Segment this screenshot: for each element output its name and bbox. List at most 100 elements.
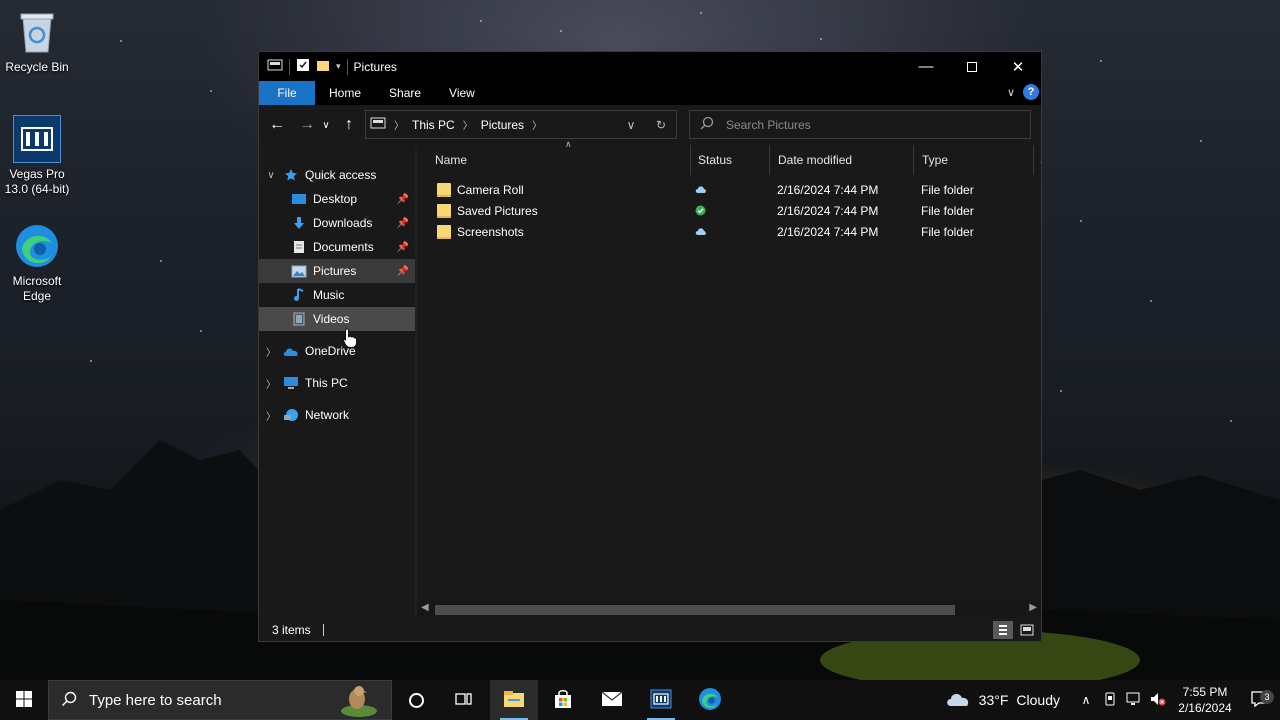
close-button[interactable]: ✕ [995, 52, 1041, 81]
nav-item-quick-access[interactable]: ∨ Quick access [259, 163, 415, 187]
minimize-icon: — [918, 58, 934, 75]
taskbar-search-box[interactable]: Type here to search [48, 680, 392, 720]
taskbar-vegas-pro[interactable] [637, 680, 685, 720]
column-header-status[interactable]: Status [690, 145, 770, 175]
weather-condition: Cloudy [1016, 692, 1060, 708]
back-arrow-icon: ← [269, 116, 285, 133]
scrollbar-thumb[interactable] [435, 605, 955, 615]
this-pc-icon [281, 375, 301, 391]
forward-button[interactable]: → [295, 113, 319, 137]
explorer-body: ∨ Quick access Desktop 📌 Downloads 📌 Doc… [259, 139, 1041, 621]
tab-home[interactable]: Home [315, 81, 375, 105]
weather-temperature: 33°F [978, 692, 1009, 708]
expand-chevron-icon[interactable]: 〉 [261, 376, 281, 391]
navigation-pane: ∨ Quick access Desktop 📌 Downloads 📌 Doc… [259, 145, 415, 621]
scroll-right-icon[interactable]: ▶ [1029, 602, 1037, 613]
expand-chevron-icon[interactable]: 〉 [261, 408, 281, 423]
refresh-icon[interactable]: ↻ [646, 118, 676, 132]
task-view-button[interactable] [440, 680, 488, 720]
start-button[interactable] [0, 680, 48, 720]
nav-label: Network [305, 408, 350, 422]
toolbar-divider [346, 58, 348, 75]
customize-qat-icon[interactable]: ▾ [336, 61, 341, 72]
breadcrumb-this-pc[interactable]: This PC [412, 118, 455, 132]
taskbar-clock[interactable]: 7:55 PM 2/16/2024 [1170, 684, 1240, 716]
nav-item-onedrive[interactable]: 〉 OneDrive [259, 339, 415, 363]
large-icons-view-icon[interactable] [1017, 621, 1037, 639]
pin-icon: 📌 [396, 265, 409, 277]
task-view-icon [455, 691, 473, 710]
search-input[interactable] [726, 117, 1006, 132]
minimize-button[interactable]: — [903, 52, 949, 81]
expand-chevron-icon[interactable]: 〉 [261, 344, 281, 359]
nav-item-music[interactable]: Music [259, 283, 415, 307]
desktop-icon-label: Microsoft [12, 274, 62, 288]
new-folder-icon[interactable] [316, 58, 330, 75]
file-row-saved-pictures[interactable]: Saved Pictures 2/16/2024 7:44 PM File fo… [417, 200, 1041, 221]
device-icon[interactable] [1098, 692, 1122, 709]
address-bar[interactable]: 〉 This PC 〉 Pictures 〉 ∨ ↻ [365, 110, 677, 139]
tab-file[interactable]: File [259, 81, 315, 105]
expand-ribbon-icon[interactable]: ∨ [1007, 86, 1015, 99]
maximize-icon [967, 61, 977, 72]
nav-item-downloads[interactable]: Downloads 📌 [259, 211, 415, 235]
desktop-icon-edge[interactable]: Microsoft Edge [0, 222, 74, 304]
column-header-name[interactable]: Name ∧ [427, 139, 690, 175]
taskbar-edge[interactable] [686, 680, 734, 720]
sort-ascending-icon: ∧ [565, 139, 572, 149]
nav-item-network[interactable]: 〉 Network [259, 403, 415, 427]
breadcrumb-separator-icon: 〉 [462, 121, 473, 132]
tab-share[interactable]: Share [375, 81, 435, 105]
column-header-type[interactable]: Type [914, 145, 1034, 175]
breadcrumb-separator-icon: 〉 [394, 121, 404, 132]
weather-widget[interactable]: 33°F Cloudy [945, 691, 1060, 710]
nav-label: Music [313, 288, 345, 302]
collapse-chevron-icon[interactable]: ∨ [261, 170, 281, 181]
breadcrumb-pictures[interactable]: Pictures [481, 118, 524, 132]
window-title: Pictures [353, 59, 397, 74]
column-header-date-modified[interactable]: Date modified [770, 145, 914, 175]
taskbar-mail[interactable] [588, 680, 636, 720]
search-box[interactable] [689, 110, 1031, 139]
maximize-button[interactable] [949, 52, 995, 81]
recent-locations-button[interactable]: ∨ [319, 113, 333, 137]
address-history-icon[interactable]: ∨ [616, 118, 646, 132]
horizontal-scrollbar[interactable]: ◀ ▶ [417, 601, 1041, 618]
nav-item-this-pc[interactable]: 〉 This PC [259, 371, 415, 395]
cortana-button[interactable] [392, 680, 440, 720]
window-controls: — ✕ [903, 52, 1041, 81]
tab-view[interactable]: View [435, 81, 489, 105]
downloads-icon [289, 215, 309, 231]
taskbar-file-explorer[interactable] [490, 680, 538, 720]
desktop-icon-recycle-bin[interactable]: Recycle Bin [0, 8, 74, 75]
nav-item-documents[interactable]: Documents 📌 [259, 235, 415, 259]
quick-access-toolbar: ▾ [259, 52, 348, 81]
nav-item-pictures[interactable]: Pictures 📌 [259, 259, 415, 283]
desktop-icon-label: Recycle Bin [5, 60, 69, 74]
volume-muted-icon[interactable] [1146, 692, 1170, 709]
back-button[interactable]: ← [265, 113, 289, 137]
file-row-camera-roll[interactable]: Camera Roll 2/16/2024 7:44 PM File folde… [417, 179, 1041, 200]
properties-icon[interactable] [296, 58, 310, 75]
help-icon[interactable]: ? [1023, 84, 1039, 100]
folder-icon [437, 203, 451, 218]
nav-label: This PC [305, 376, 348, 390]
onedrive-icon [281, 343, 301, 359]
network-status-icon[interactable] [1122, 692, 1146, 709]
details-view-icon[interactable] [993, 621, 1013, 639]
chevron-down-icon: ∨ [322, 119, 330, 131]
column-header-size[interactable]: S [1034, 145, 1041, 175]
up-button[interactable]: ↑ [337, 113, 361, 137]
ribbon-tabs: File Home Share View ∨ ? [259, 81, 1041, 105]
file-type: File folder [921, 182, 974, 197]
scroll-left-icon[interactable]: ◀ [421, 602, 429, 613]
action-center-button[interactable]: 3 [1240, 689, 1280, 710]
file-row-screenshots[interactable]: Screenshots 2/16/2024 7:44 PM File folde… [417, 221, 1041, 242]
nav-item-desktop[interactable]: Desktop 📌 [259, 187, 415, 211]
nav-item-videos[interactable]: Videos [259, 307, 415, 331]
file-date: 2/16/2024 7:44 PM [777, 224, 879, 239]
show-hidden-icons-chevron-icon[interactable]: ∧ [1074, 693, 1098, 707]
desktop-icon-vegas-pro[interactable]: Vegas Pro 13.0 (64-bit) [0, 115, 74, 197]
taskbar-microsoft-store[interactable] [539, 680, 587, 720]
title-bar[interactable]: ▾ Pictures — ✕ [259, 52, 1041, 81]
